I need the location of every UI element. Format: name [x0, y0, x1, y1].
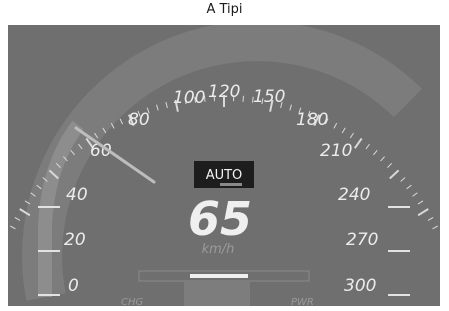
- minor-tick: [387, 162, 393, 168]
- speedometer-gauge: 0 20 40 60 80 100 120 150 180 210 240 27…: [9, 25, 439, 306]
- speedometer-panel: 0 20 40 60 80 100 120 150 180 210 240 27…: [8, 25, 440, 306]
- minor-tick: [165, 101, 168, 109]
- power-meter: CHG PWR: [121, 270, 314, 306]
- major-tick: [353, 137, 363, 149]
- minor-tick: [373, 149, 378, 156]
- tick-label-120: 120: [208, 82, 240, 102]
- power-meter-zone: [184, 281, 250, 306]
- speed-unit: km/h: [202, 242, 235, 257]
- minor-tick: [406, 184, 412, 190]
- minor-tick: [400, 177, 406, 182]
- minor-tick: [365, 143, 370, 150]
- power-meter-indicator: [190, 274, 248, 278]
- charge-label: CHG: [121, 297, 144, 306]
- minor-tick: [242, 95, 244, 102]
- tick-label-300: 300: [344, 276, 376, 296]
- tick-label-240: 240: [338, 185, 370, 205]
- tick-label-210: 210: [320, 141, 352, 161]
- tick-label-40: 40: [66, 185, 88, 205]
- figure-caption: A Tipi: [206, 2, 243, 17]
- tick-label-20: 20: [64, 230, 86, 250]
- minor-tick: [14, 216, 21, 221]
- minor-tick: [417, 200, 424, 205]
- minor-tick: [9, 225, 16, 230]
- tick-label-270: 270: [346, 230, 378, 250]
- tick-label-180: 180: [296, 110, 328, 130]
- auto-mode-badge: AUTO: [194, 161, 254, 188]
- major-tick: [417, 208, 429, 217]
- tick-label-0: 0: [68, 276, 79, 296]
- auto-mode-label: AUTO: [206, 168, 243, 183]
- minor-tick: [349, 132, 354, 139]
- tick-label-150: 150: [253, 87, 285, 107]
- minor-tick: [412, 192, 418, 197]
- speed-readout: 65: [188, 192, 252, 246]
- minor-tick: [341, 127, 346, 134]
- power-label: PWR: [291, 297, 314, 306]
- auto-indicator-bar: [220, 183, 242, 186]
- minor-tick: [289, 104, 292, 111]
- minor-tick: [119, 118, 124, 125]
- minor-tick: [156, 104, 159, 111]
- minor-tick: [432, 225, 439, 230]
- minor-tick: [333, 122, 338, 129]
- tick-label-80: 80: [128, 110, 150, 130]
- major-tick: [389, 169, 400, 180]
- minor-tick: [427, 216, 434, 221]
- tick-label-100: 100: [173, 88, 205, 108]
- minor-tick: [380, 156, 385, 162]
